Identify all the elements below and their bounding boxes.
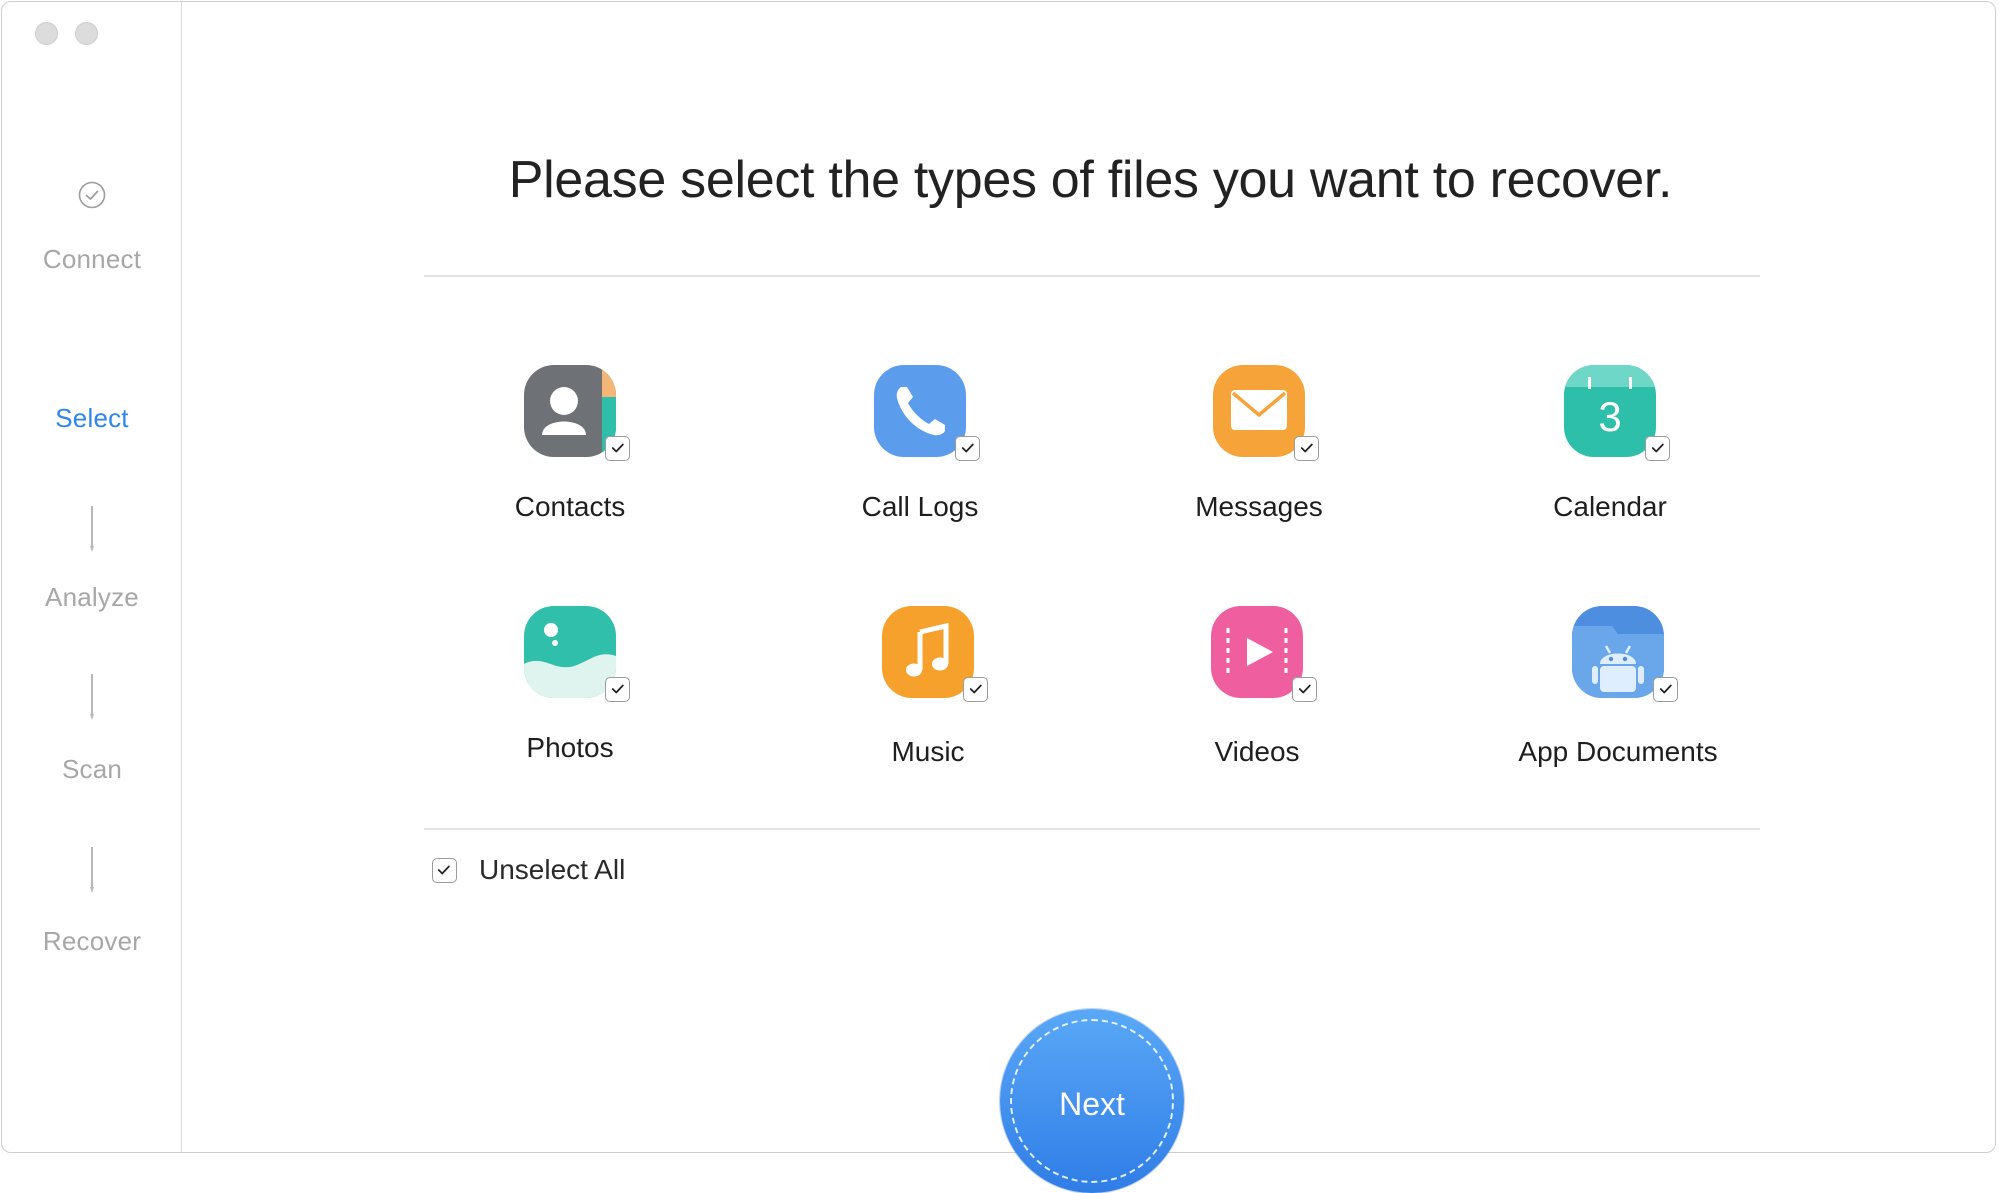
file-type-photos[interactable]: Photos — [450, 606, 690, 764]
step-connect: Connect — [42, 244, 142, 274]
file-type-music[interactable]: Music — [808, 606, 1048, 768]
contacts-checkbox[interactable] — [605, 436, 630, 461]
call-logs-checkbox[interactable] — [955, 436, 980, 461]
arrow-down-icon — [90, 847, 94, 893]
file-type-label: App Documents — [1518, 736, 1718, 767]
next-button-label: Next — [1059, 1086, 1125, 1122]
app-documents-checkbox[interactable] — [1653, 677, 1678, 702]
step-analyze: Analyze — [45, 582, 139, 612]
divider — [424, 828, 1760, 830]
android-icon — [1572, 606, 1664, 698]
file-type-label: Contacts — [514, 491, 626, 522]
play-icon — [1211, 606, 1303, 698]
file-type-messages[interactable]: Messages — [1139, 365, 1379, 523]
next-button[interactable]: Next — [1000, 1009, 1184, 1193]
arrow-down-icon — [90, 506, 94, 552]
file-type-contacts[interactable]: Contacts — [450, 365, 690, 523]
photos-checkbox[interactable] — [605, 677, 630, 702]
file-type-label: Messages — [1195, 491, 1323, 522]
videos-checkbox[interactable] — [1292, 677, 1317, 702]
step-scan: Scan — [61, 754, 123, 784]
calendar-day-number: 3 — [1598, 393, 1622, 440]
unselect-all-checkbox[interactable] — [432, 857, 457, 883]
step-select: Select — [55, 403, 129, 433]
divider — [424, 275, 1760, 277]
unselect-all-toggle[interactable]: Unselect All — [432, 854, 625, 886]
messages-checkbox[interactable] — [1294, 436, 1319, 461]
unselect-all-label: Unselect All — [479, 854, 626, 885]
step-recover: Recover — [42, 926, 142, 956]
phone-icon — [874, 365, 966, 457]
file-type-videos[interactable]: Videos — [1137, 606, 1377, 768]
arrow-down-icon — [90, 674, 94, 720]
calendar-icon: 3 — [1564, 365, 1656, 457]
file-type-label: Call Logs — [861, 491, 979, 522]
page-title: Please select the types of files you wan… — [508, 151, 1673, 209]
file-type-app-documents[interactable]: App Documents — [1498, 606, 1738, 768]
photos-icon — [524, 606, 616, 698]
file-type-label: Photos — [526, 732, 614, 763]
calendar-checkbox[interactable] — [1645, 436, 1670, 461]
app-window: Connect Select Analyze Scan Recover Plea… — [1, 1, 1996, 1153]
file-type-call-logs[interactable]: Call Logs — [800, 365, 1040, 523]
contacts-icon — [524, 365, 616, 457]
steps-sidebar: Connect Select Analyze Scan Recover — [2, 2, 182, 1152]
music-note-icon — [882, 606, 974, 698]
music-checkbox[interactable] — [963, 677, 988, 702]
file-type-label: Videos — [1214, 736, 1300, 767]
envelope-icon — [1213, 365, 1305, 457]
file-type-label: Music — [891, 736, 965, 767]
file-type-label: Calendar — [1553, 491, 1667, 522]
file-type-calendar[interactable]: 3 Calendar — [1490, 365, 1730, 523]
check-circle-icon — [78, 181, 106, 209]
